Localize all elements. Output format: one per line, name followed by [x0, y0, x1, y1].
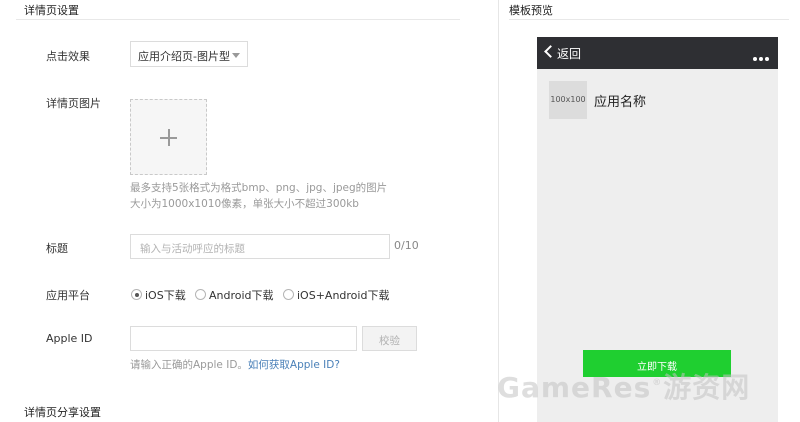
radio-android-circle[interactable] — [195, 289, 206, 300]
detail-settings-panel: 详情页设置 点击效果 应用介绍页-图片型 详情页图片 最多支持5张格式为格式bm… — [0, 0, 498, 422]
more-dots-icon[interactable] — [751, 51, 769, 61]
apple-id-input[interactable] — [130, 326, 357, 351]
watermark-reg: ® — [652, 378, 663, 388]
radio-ios-android[interactable]: iOS+Android下载 — [283, 287, 389, 303]
apple-id-label: Apple ID — [46, 332, 93, 345]
app-name: 应用名称 — [594, 95, 647, 110]
section-title-share: 详情页分享设置 — [24, 406, 101, 419]
watermark-cn: 游资网 — [663, 371, 751, 404]
watermark: GameRes®游资网 — [497, 366, 750, 406]
phone-nav-bar: 返回 — [537, 37, 778, 69]
radio-ios-android-circle[interactable] — [283, 289, 294, 300]
back-chevron-icon[interactable] — [544, 45, 557, 58]
phone-preview: 返回 100x100 应用名称 立即下载 — [537, 37, 778, 422]
caret-down-icon — [232, 53, 240, 58]
click-effect-value: 应用介绍页-图片型 — [138, 50, 230, 63]
detail-image-label: 详情页图片 — [46, 97, 101, 110]
title-counter: 0/10 — [394, 239, 419, 252]
radio-android[interactable]: Android下载 — [195, 287, 274, 303]
radio-ios[interactable]: iOS下载 — [131, 287, 186, 303]
image-hint-line2: 大小为1000x1010像素，单张大小不超过300kb — [130, 198, 359, 210]
image-hint-line1: 最多支持5张格式为格式bmp、png、jpg、jpeg的图片 — [130, 182, 388, 194]
app-icon-placeholder: 100x100 — [549, 81, 587, 119]
verify-button[interactable]: 校验 — [362, 326, 417, 351]
template-preview-panel: 模板预览 返回 100x100 应用名称 立即下载 — [499, 0, 800, 422]
back-button[interactable]: 返回 — [557, 45, 581, 62]
radio-ios-label: iOS下载 — [145, 289, 186, 302]
preview-divider — [509, 19, 789, 20]
section-title-preview: 模板预览 — [509, 4, 553, 17]
apple-id-hint: 请输入正确的Apple ID。如何获取Apple ID? — [130, 357, 340, 372]
click-effect-select[interactable]: 应用介绍页-图片型 — [130, 41, 248, 67]
apple-id-help-link[interactable]: 如何获取Apple ID? — [248, 359, 340, 371]
radio-android-label: Android下载 — [209, 289, 274, 302]
image-upload-button[interactable] — [130, 99, 207, 175]
radio-ios-circle[interactable] — [131, 289, 142, 300]
click-effect-label: 点击效果 — [46, 50, 90, 63]
watermark-text: GameRes — [497, 371, 652, 404]
radio-ios-android-label: iOS+Android下载 — [297, 289, 390, 302]
platform-label: 应用平台 — [46, 289, 90, 302]
title-label: 标题 — [46, 242, 68, 255]
title-input[interactable]: 输入与活动呼应的标题 — [130, 234, 390, 259]
apple-id-hint-text: 请输入正确的Apple ID。 — [130, 359, 248, 371]
section-divider — [16, 19, 460, 20]
section-title-detail: 详情页设置 — [24, 4, 79, 17]
